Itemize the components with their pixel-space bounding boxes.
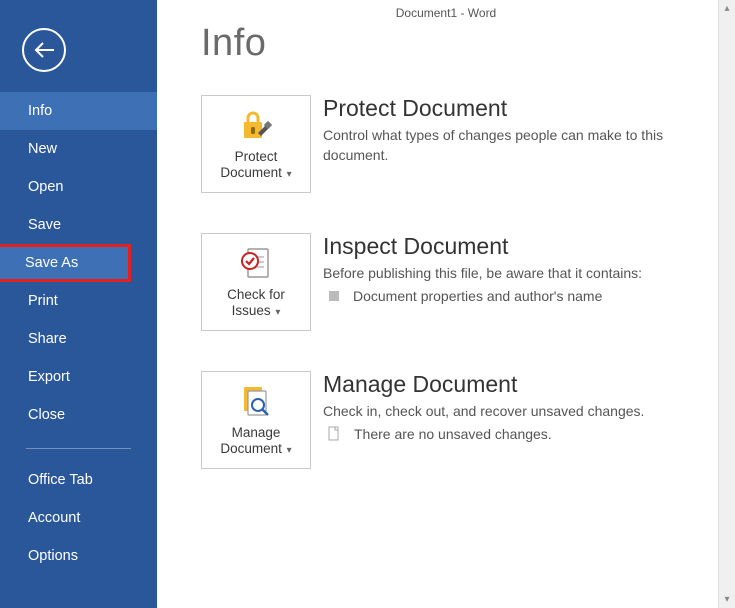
inspect-bullet: Document properties and author's name <box>323 288 725 304</box>
sidebar-item-save[interactable]: Save <box>0 206 157 244</box>
info-section-protect: Protect Document ▾ Protect Document Cont… <box>201 95 735 193</box>
section-heading: Manage Document <box>323 371 725 398</box>
tile-label: Manage Document ▾ <box>220 425 291 457</box>
back-button[interactable] <box>22 28 66 72</box>
info-section-inspect: Check for Issues ▾ Inspect Document Befo… <box>201 233 735 331</box>
sidebar-separator <box>26 448 131 449</box>
section-heading: Inspect Document <box>323 233 725 260</box>
page-title: Info <box>201 22 735 65</box>
backstage-sidebar: Info New Open Save Save As Print Share E… <box>0 0 157 608</box>
sidebar-item-info[interactable]: Info <box>0 92 157 130</box>
square-bullet-icon <box>329 291 339 301</box>
main-content: Document1 - Word Info Protect Document ▾ <box>157 0 735 608</box>
sidebar-item-options[interactable]: Options <box>0 537 157 575</box>
sidebar-item-office-tab[interactable]: Office Tab <box>0 461 157 499</box>
sidebar-item-save-as[interactable]: Save As <box>0 244 131 282</box>
vertical-scrollbar[interactable]: ▴ ▾ <box>718 0 735 608</box>
document-icon <box>326 426 342 442</box>
scroll-up-arrow-icon[interactable]: ▴ <box>719 0 735 17</box>
section-description: Before publishing this file, be aware th… <box>323 264 725 284</box>
documents-search-icon <box>236 383 276 421</box>
check-for-issues-button[interactable]: Check for Issues ▾ <box>201 233 311 331</box>
tile-label: Check for Issues ▾ <box>227 287 285 319</box>
protect-document-button[interactable]: Protect Document ▾ <box>201 95 311 193</box>
window-title: Document1 - Word <box>157 0 735 26</box>
sidebar-item-export[interactable]: Export <box>0 358 157 396</box>
manage-document-button[interactable]: Manage Document ▾ <box>201 371 311 469</box>
tile-label: Protect Document ▾ <box>220 149 291 181</box>
lock-key-icon <box>236 107 276 145</box>
sidebar-item-open[interactable]: Open <box>0 168 157 206</box>
sidebar-item-new[interactable]: New <box>0 130 157 168</box>
sidebar-item-close[interactable]: Close <box>0 396 157 434</box>
scroll-down-arrow-icon[interactable]: ▾ <box>719 591 735 608</box>
sidebar-item-account[interactable]: Account <box>0 499 157 537</box>
info-section-manage: Manage Document ▾ Manage Document Check … <box>201 371 735 469</box>
section-description: Control what types of changes people can… <box>323 126 725 165</box>
document-check-icon <box>236 245 276 283</box>
manage-bullet: There are no unsaved changes. <box>323 426 725 442</box>
sidebar-item-share[interactable]: Share <box>0 320 157 358</box>
scroll-track[interactable] <box>719 17 735 591</box>
section-description: Check in, check out, and recover unsaved… <box>323 402 725 422</box>
sidebar-item-print[interactable]: Print <box>0 282 157 320</box>
section-heading: Protect Document <box>323 95 725 122</box>
back-arrow-icon <box>32 38 56 62</box>
